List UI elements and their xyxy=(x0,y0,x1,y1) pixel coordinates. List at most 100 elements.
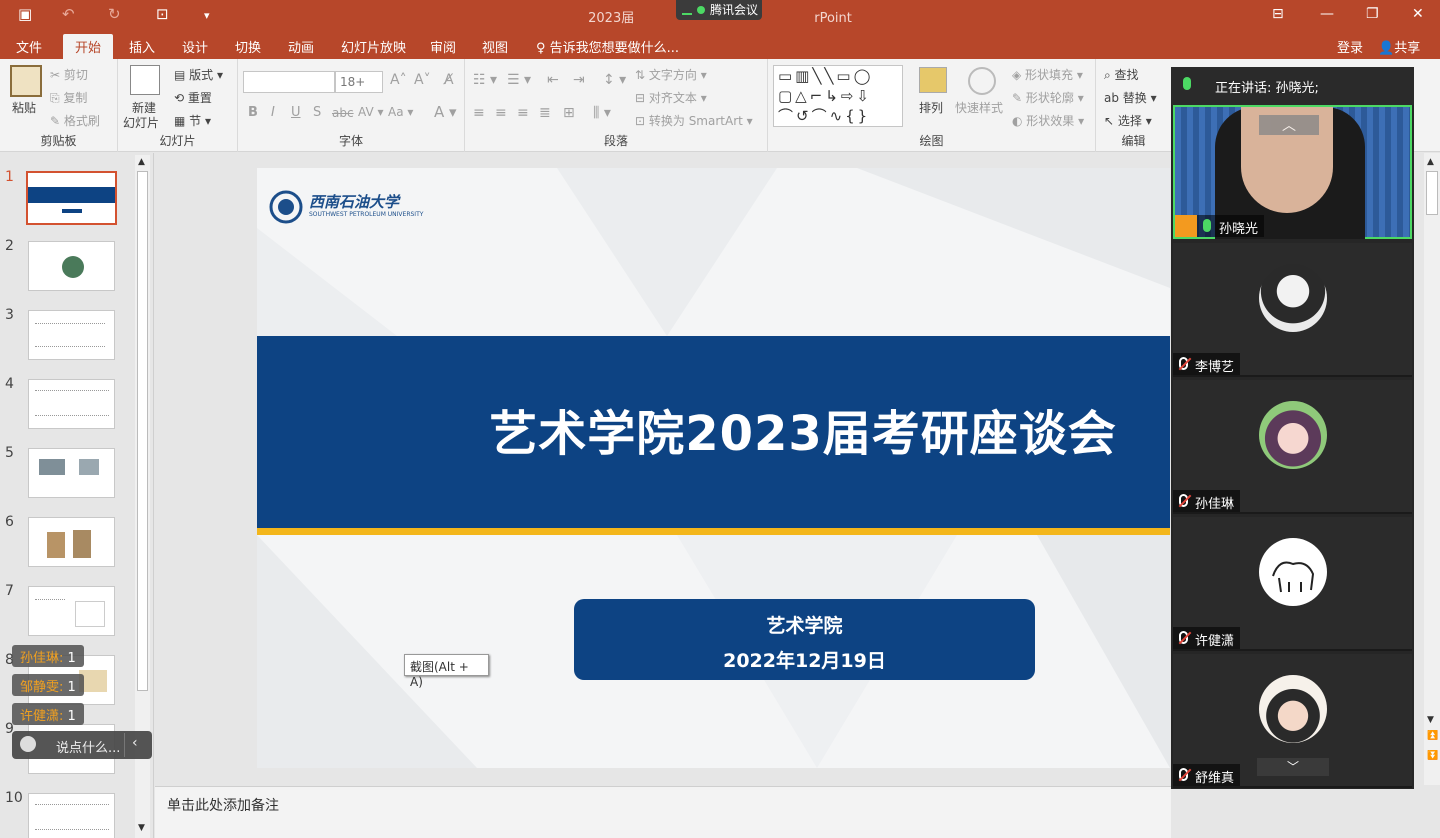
reset-button[interactable]: ⟲ 重置 xyxy=(174,89,212,106)
scroll-thumb[interactable] xyxy=(137,171,148,691)
italic-icon[interactable]: I xyxy=(271,105,275,120)
shrink-font-icon[interactable]: A˅ xyxy=(414,72,431,88)
columns-icon[interactable]: ⫼ ▾ xyxy=(593,105,611,121)
tab-animations[interactable]: 动画 xyxy=(288,37,314,56)
tab-insert[interactable]: 插入 xyxy=(129,37,155,56)
slide-scrollbar[interactable]: ▲ ▼ ⏫ ⏬ xyxy=(1424,153,1440,785)
bullets-icon[interactable]: ☷ ▾ xyxy=(473,72,497,88)
chat-input[interactable]: 说点什么... xyxy=(56,737,120,756)
ribbon-display-icon[interactable]: ⊟ xyxy=(1272,6,1284,22)
slide-thumbnail-5[interactable] xyxy=(28,448,115,498)
notes-pane[interactable]: 单击此处添加备注 xyxy=(155,786,1171,838)
increase-indent-icon[interactable]: ⇥ xyxy=(573,72,585,88)
next-slide-icon[interactable]: ⏬ xyxy=(1427,751,1438,761)
line-spacing-icon[interactable]: ↕ ▾ xyxy=(603,72,626,88)
quick-styles-icon[interactable] xyxy=(968,67,996,95)
bold-icon[interactable]: B xyxy=(248,105,258,120)
customize-toolbar-icon[interactable]: ▾ xyxy=(204,9,210,22)
convert-smartart-button[interactable]: ⊡ 转换为 SmartArt ▾ xyxy=(635,112,753,129)
undo-icon[interactable]: ↶ xyxy=(62,5,75,23)
scroll-up-icon[interactable]: ▲ xyxy=(1427,157,1434,167)
slide-title[interactable]: 艺术学院2023届考研座谈会 xyxy=(257,394,1170,464)
scroll-thumb[interactable] xyxy=(1426,171,1438,215)
minimize-button[interactable]: — xyxy=(1320,6,1334,22)
distributed-icon[interactable]: ⊞ xyxy=(563,105,575,121)
font-size-combo[interactable]: 18+ xyxy=(335,71,383,93)
tab-file[interactable]: 文件 xyxy=(16,37,42,56)
shape-fill-button[interactable]: ◈ 形状填充 ▾ xyxy=(1012,66,1083,83)
select-button[interactable]: ↖ 选择 ▾ xyxy=(1104,112,1152,129)
quick-styles-button[interactable]: 快速样式 xyxy=(955,99,1003,116)
justify-icon[interactable]: ≣ xyxy=(539,105,551,121)
align-left-icon[interactable]: ≡ xyxy=(473,105,485,121)
align-right-icon[interactable]: ≡ xyxy=(517,105,529,121)
collapse-video-button[interactable]: ︿ xyxy=(1259,115,1319,135)
shadow-icon[interactable]: S xyxy=(313,105,321,120)
char-spacing-icon[interactable]: AV ▾ xyxy=(358,105,384,119)
slide-thumbnail-10[interactable] xyxy=(28,793,115,838)
strikethrough-icon[interactable]: abc xyxy=(332,106,354,120)
format-painter-button[interactable]: ✎ 格式刷 xyxy=(50,112,100,129)
prev-slide-icon[interactable]: ⏫ xyxy=(1427,731,1438,741)
slide-thumbnail-4[interactable] xyxy=(28,379,115,429)
grow-font-icon[interactable]: A˄ xyxy=(390,72,407,88)
cut-button[interactable]: ✂ 剪切 xyxy=(50,66,88,83)
underline-icon[interactable]: U xyxy=(291,105,301,120)
participant-tile-5[interactable]: ﹀ 舒维真 xyxy=(1173,654,1412,788)
decrease-indent-icon[interactable]: ⇤ xyxy=(547,72,559,88)
tab-view[interactable]: 视图 xyxy=(482,37,508,56)
find-button[interactable]: ⌕ 查找 xyxy=(1104,66,1139,83)
clear-format-icon[interactable]: A̸ xyxy=(444,72,454,88)
login-link[interactable]: 登录 xyxy=(1337,37,1363,56)
slide-thumbnail-3[interactable] xyxy=(28,310,115,360)
expand-list-button[interactable]: ﹀ xyxy=(1257,758,1329,776)
slide-thumbnail-1[interactable] xyxy=(26,171,117,225)
save-icon[interactable]: ▣ xyxy=(18,5,32,23)
slideshow-start-icon[interactable]: ⊡ xyxy=(156,5,169,23)
tell-me-box[interactable]: ♀ 告诉我您想要做什么... xyxy=(536,37,679,56)
tab-home[interactable]: 开始 xyxy=(63,34,114,59)
paste-icon[interactable] xyxy=(10,65,42,97)
participant-tile-1[interactable]: ︿ 孙晓光 xyxy=(1173,105,1412,239)
copy-button[interactable]: ⎘ 复制 xyxy=(50,89,87,106)
font-name-combo[interactable] xyxy=(243,71,335,93)
tab-transitions[interactable]: 切换 xyxy=(235,37,261,56)
slide-thumbnail-6[interactable] xyxy=(28,517,115,567)
arrange-button[interactable]: 排列 xyxy=(919,99,943,116)
share-button[interactable]: 👤共享 xyxy=(1378,37,1420,56)
text-direction-button[interactable]: ⇅ 文字方向 ▾ xyxy=(635,66,707,83)
slide-thumbnail-2[interactable] xyxy=(28,241,115,291)
redo-icon[interactable]: ↻ xyxy=(108,5,121,23)
paste-button[interactable]: 粘贴 xyxy=(12,99,36,116)
shape-outline-button[interactable]: ✎ 形状轮廓 ▾ xyxy=(1012,89,1084,106)
section-button[interactable]: ▦ 节 ▾ xyxy=(174,112,211,129)
layout-button[interactable]: ▤ 版式 ▾ xyxy=(174,66,223,83)
restore-button[interactable]: ❐ xyxy=(1366,6,1379,22)
chat-input-bar[interactable]: 说点什么... ‹ xyxy=(12,731,152,759)
shape-effects-button[interactable]: ◐ 形状效果 ▾ xyxy=(1012,112,1084,129)
numbering-icon[interactable]: ☰ ▾ xyxy=(507,72,531,88)
arrange-icon[interactable] xyxy=(919,67,947,93)
replace-button[interactable]: ab 替换 ▾ xyxy=(1104,89,1157,106)
participant-tile-4[interactable]: 许健潇 xyxy=(1173,517,1412,651)
scroll-down-icon[interactable]: ▼ xyxy=(1427,715,1434,725)
scroll-down-icon[interactable]: ▼ xyxy=(138,823,145,833)
participant-tile-3[interactable]: 孙佳琳 xyxy=(1173,380,1412,514)
new-slide-icon[interactable] xyxy=(130,65,160,95)
slide[interactable]: 西南石油大学 SOUTHWEST PETROLEUM UNIVERSITY 艺术… xyxy=(257,168,1170,768)
close-button[interactable]: ✕ xyxy=(1412,6,1424,22)
shapes-gallery[interactable]: ▭▥╲╲▭◯ ▢△⌐↳⇨⇩ ⌒↺⌒∿{} xyxy=(773,65,903,127)
slide-thumbnail-7[interactable] xyxy=(28,586,115,636)
align-center-icon[interactable]: ≡ xyxy=(495,105,507,121)
emoji-icon[interactable] xyxy=(20,736,36,752)
collapse-chat-icon[interactable]: ‹ xyxy=(132,735,138,751)
change-case-icon[interactable]: Aa ▾ xyxy=(388,105,413,119)
tab-review[interactable]: 审阅 xyxy=(430,37,456,56)
tab-design[interactable]: 设计 xyxy=(182,37,208,56)
participant-tile-2[interactable]: 李博艺 xyxy=(1173,243,1412,377)
scroll-up-icon[interactable]: ▲ xyxy=(138,157,145,167)
align-text-button[interactable]: ⊟ 对齐文本 ▾ xyxy=(635,89,707,106)
font-color-icon[interactable]: A ▾ xyxy=(434,103,457,121)
info-box[interactable]: 艺术学院 2022年12月19日 xyxy=(574,599,1035,680)
tab-slideshow[interactable]: 幻灯片放映 xyxy=(341,37,406,56)
